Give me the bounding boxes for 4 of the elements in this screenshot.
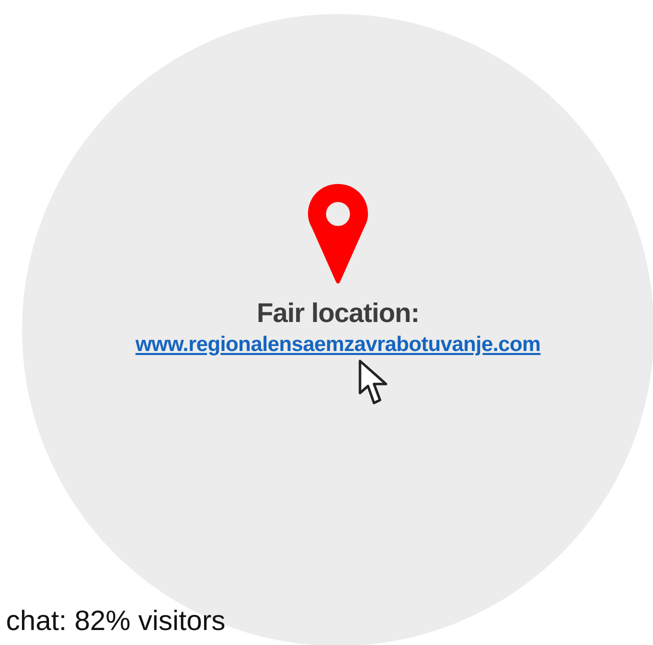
location-label: Fair location: xyxy=(256,298,420,329)
stat-text: chat: 82% visitors xyxy=(6,605,226,637)
map-pin-icon xyxy=(308,184,368,284)
website-link[interactable]: www.regionalensaemzavrabotuvanje.com xyxy=(135,333,541,357)
